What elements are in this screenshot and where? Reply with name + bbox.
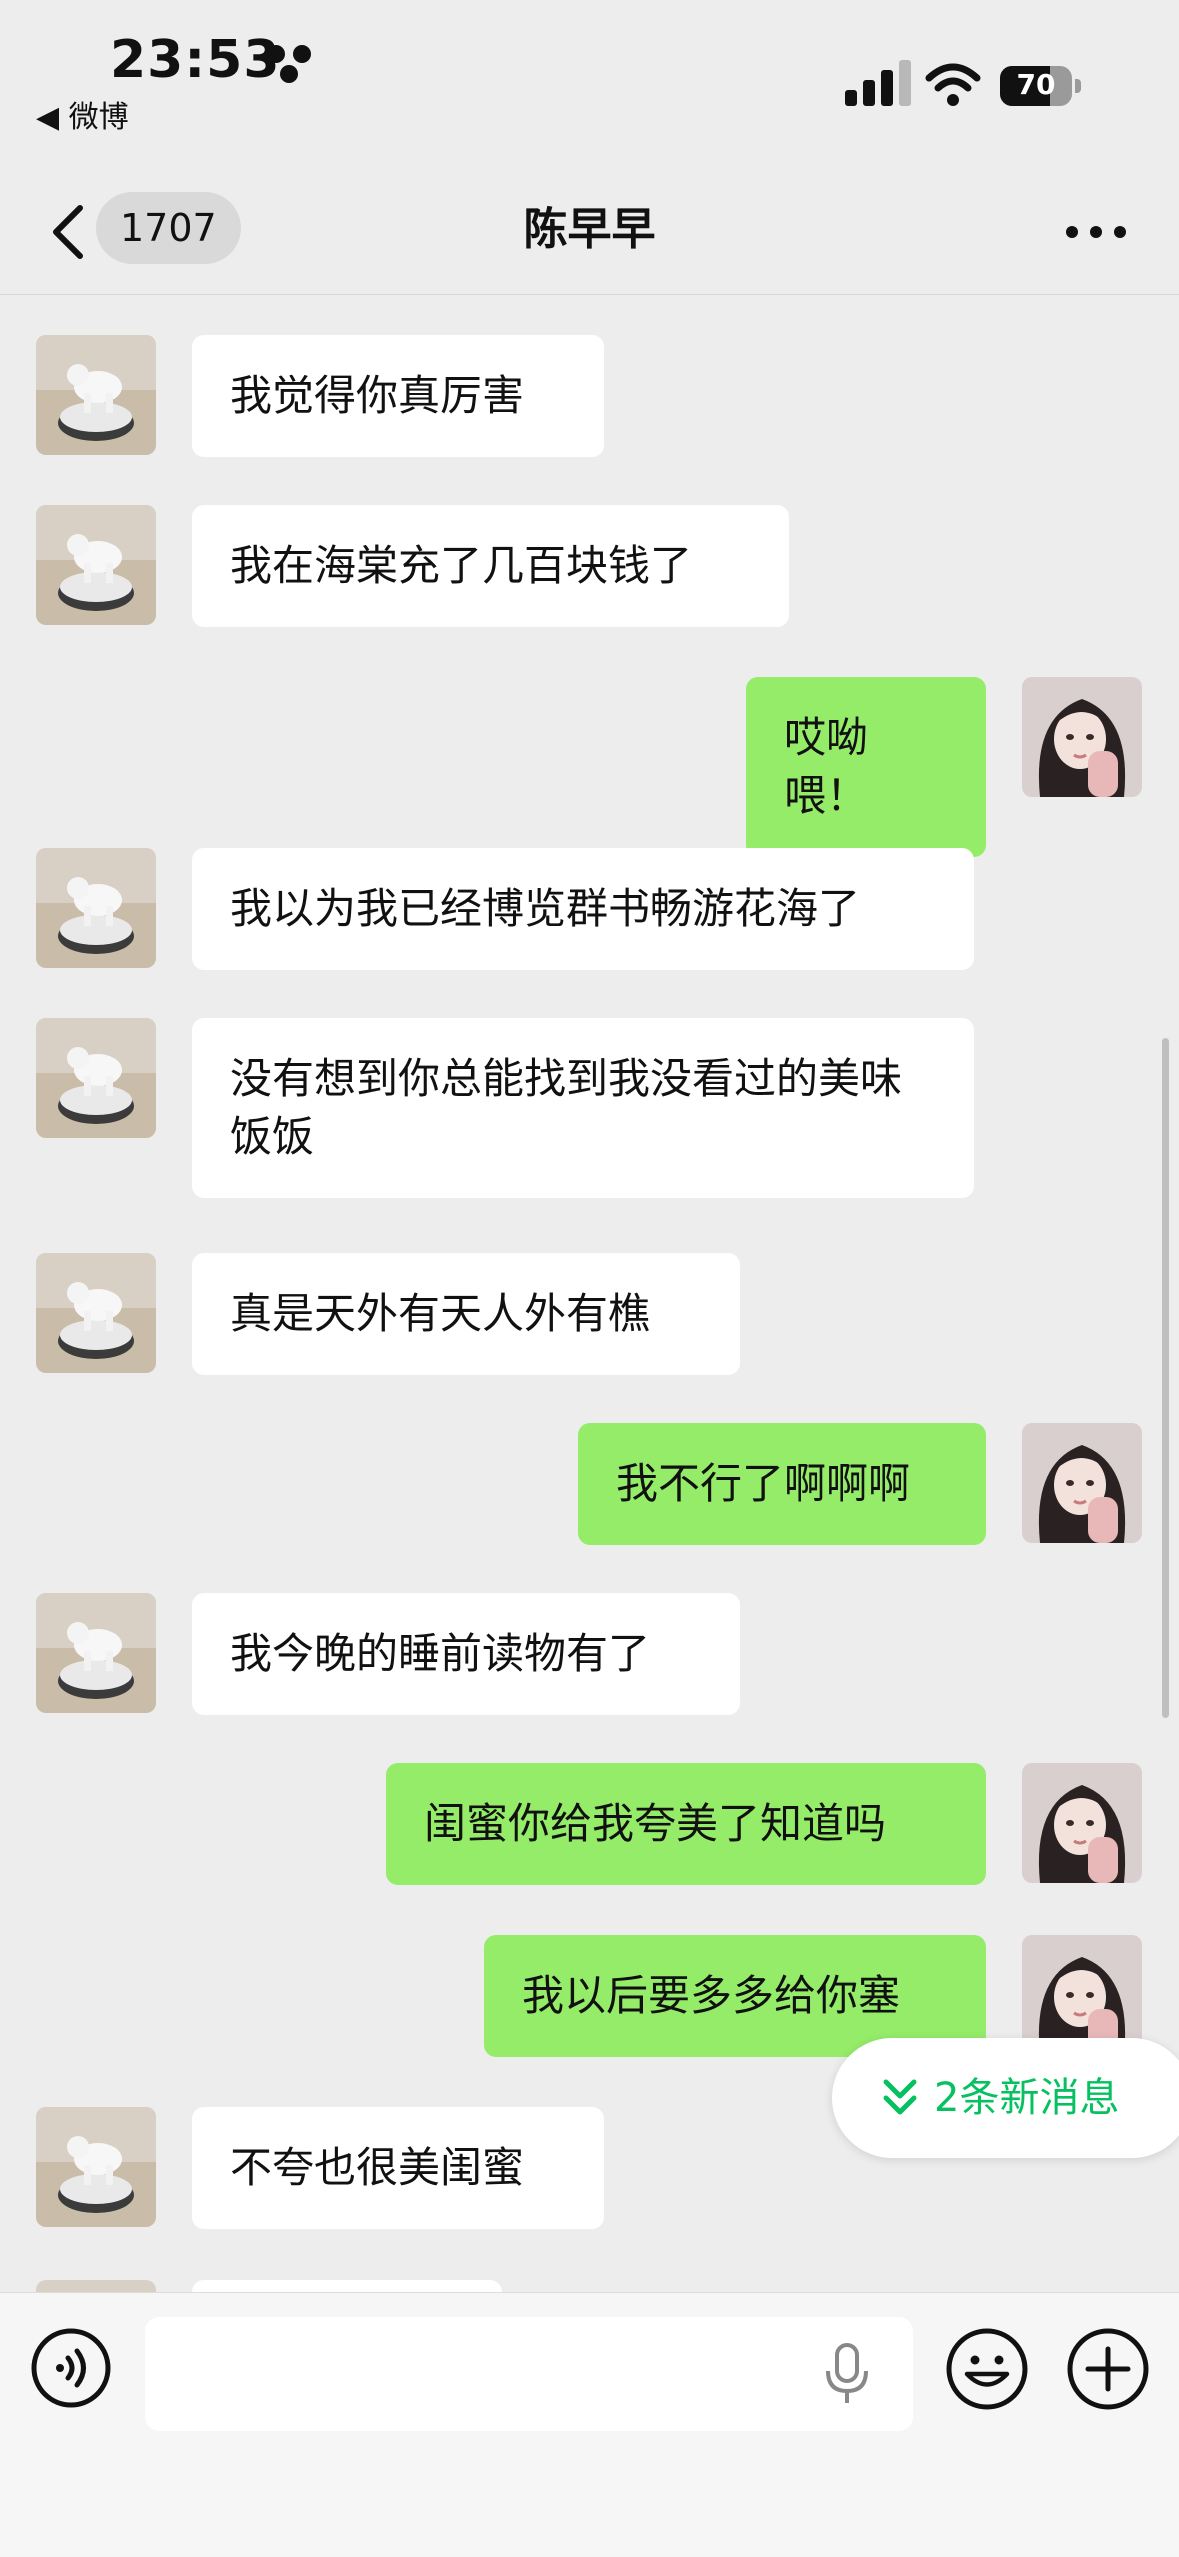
contact-avatar[interactable] — [36, 1018, 156, 1138]
message-input[interactable] — [145, 2317, 913, 2431]
my-avatar[interactable] — [1022, 1423, 1142, 1543]
signal-icon — [845, 60, 911, 106]
outgoing-message-bubble[interactable]: 闺蜜你给我夸美了知道吗 — [386, 1763, 986, 1885]
contact-avatar[interactable] — [36, 848, 156, 968]
message-row: 哎呦喂！ — [0, 677, 1179, 857]
message-row: 真是天外有天人外有樵 — [0, 1253, 1179, 1375]
battery-icon: 70 — [1000, 66, 1081, 106]
message-row: 我今晚的睡前读物有了 — [0, 1593, 1179, 1715]
incoming-message-bubble[interactable]: 我以为我已经博览群书畅游花海了 — [192, 848, 974, 970]
my-avatar[interactable] — [1022, 677, 1142, 797]
my-avatar[interactable] — [1022, 1763, 1142, 1883]
my-avatar[interactable] — [1022, 1935, 1142, 2055]
contact-avatar[interactable] — [36, 505, 156, 625]
voice-icon[interactable] — [30, 2327, 112, 2409]
message-row: 没有想到你总能找到我没看过的美味饭饭 — [0, 1018, 1179, 1198]
message-row: 我以后要多多给你塞 — [0, 1935, 1179, 2057]
message-row: 闺蜜你给我夸美了知道吗 — [0, 1763, 1179, 1885]
emoji-icon[interactable] — [945, 2327, 1029, 2411]
message-row: 我觉得你真厉害 — [0, 335, 1179, 457]
incoming-message-bubble[interactable]: 不夸也很美闺蜜 — [192, 2107, 604, 2229]
focus-icon — [267, 45, 311, 83]
back-to-app-link[interactable]: ◀ 微博 — [36, 92, 129, 136]
battery-percent: 70 — [1016, 68, 1056, 101]
message-row: 我以为我已经博览群书畅游花海了 — [0, 848, 1179, 970]
new-messages-button[interactable]: 2条新消息 — [832, 2038, 1179, 2158]
chat-title: 陈早早 — [523, 204, 656, 255]
input-bar — [0, 2292, 1179, 2557]
contact-avatar[interactable] — [36, 1593, 156, 1713]
double-chevron-down-icon — [883, 2079, 917, 2115]
contact-avatar[interactable] — [36, 335, 156, 455]
microphone-icon[interactable] — [822, 2341, 872, 2407]
incoming-message-bubble[interactable]: 我觉得你真厉害 — [192, 335, 604, 457]
chat-header: 1707 陈早早 — [0, 170, 1179, 295]
outgoing-message-bubble[interactable]: 我不行了啊啊啊 — [578, 1423, 986, 1545]
more-icon[interactable] — [1060, 206, 1132, 258]
plus-icon[interactable] — [1066, 2327, 1150, 2411]
message-list[interactable]: 我觉得你真厉害我在海棠充了几百块钱了哎呦喂！ 我以为我已经博览群书畅游花海了没有想… — [0, 295, 1179, 2292]
scrollbar[interactable] — [1162, 1038, 1169, 1718]
contact-avatar[interactable] — [36, 2107, 156, 2227]
contact-avatar[interactable] — [36, 1253, 156, 1373]
status-bar: 23:53 ◀ 微博 70 — [0, 0, 1179, 170]
message-row: 我不行了啊啊啊 — [0, 1423, 1179, 1545]
incoming-message-bubble[interactable]: 我在海棠充了几百块钱了 — [192, 505, 789, 627]
outgoing-message-bubble[interactable]: 哎呦喂！ — [746, 677, 986, 857]
incoming-message-bubble[interactable]: 真是天外有天人外有樵 — [192, 1253, 740, 1375]
new-messages-label: 2条新消息 — [934, 2075, 1120, 2121]
incoming-message-bubble[interactable]: 没有想到你总能找到我没看过的美味饭饭 — [192, 1018, 974, 1198]
incoming-message-bubble[interactable]: 我今晚的睡前读物有了 — [192, 1593, 740, 1715]
wifi-icon — [925, 63, 981, 106]
status-time: 23:53 — [110, 30, 281, 90]
message-row: 我在海棠充了几百块钱了 — [0, 505, 1179, 627]
partial-message-row — [0, 2280, 1179, 2292]
